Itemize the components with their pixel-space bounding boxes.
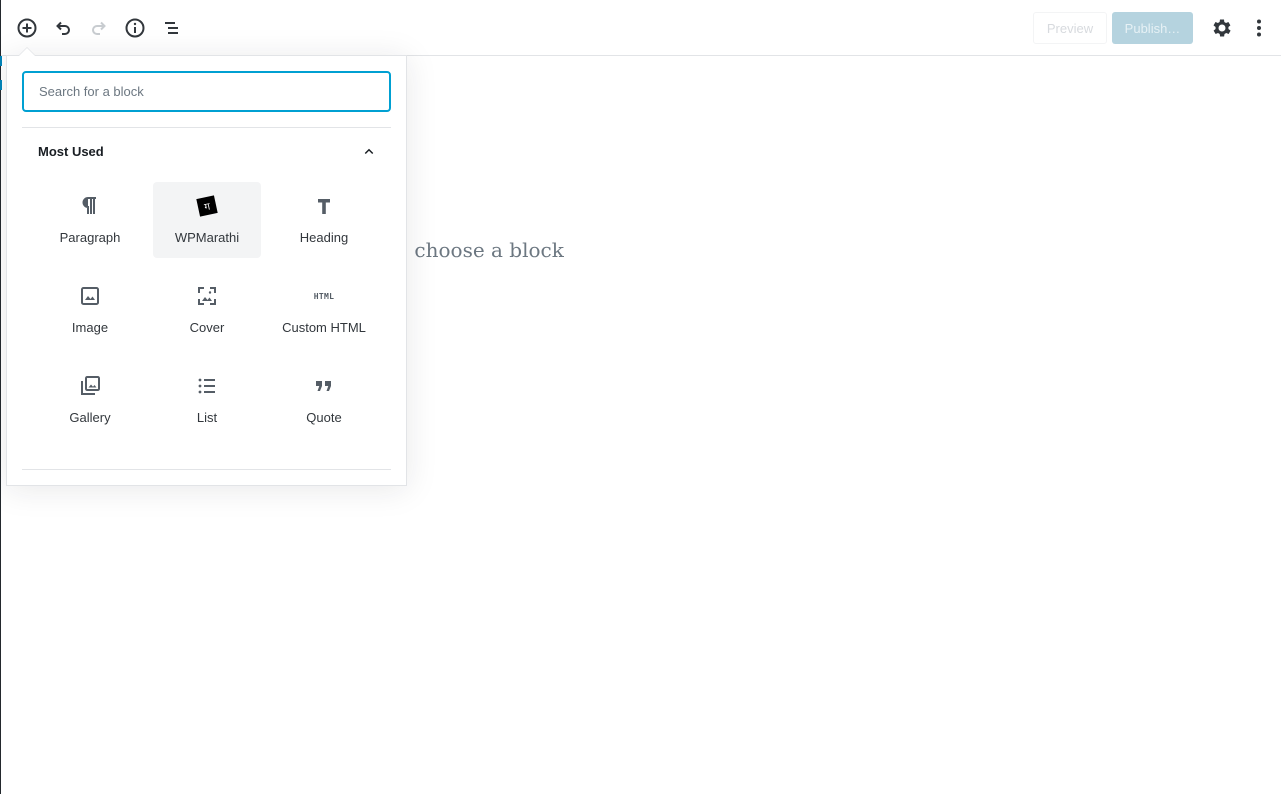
sidebar-accent bbox=[0, 56, 2, 66]
block-navigation-button[interactable] bbox=[157, 14, 185, 42]
panel-toggle-button[interactable] bbox=[357, 140, 381, 164]
redo-icon bbox=[92, 21, 106, 35]
undo-icon bbox=[56, 21, 70, 35]
undo-button[interactable] bbox=[49, 14, 77, 42]
add-block-button[interactable] bbox=[13, 14, 41, 42]
image-icon bbox=[78, 284, 102, 308]
preview-button[interactable]: Preview bbox=[1033, 12, 1107, 44]
quote-icon bbox=[312, 374, 336, 398]
block-item-custom-html[interactable]: HTML Custom HTML bbox=[270, 272, 378, 348]
list-outline-icon bbox=[165, 22, 178, 34]
more-tools-button[interactable] bbox=[1245, 14, 1273, 42]
gallery-icon bbox=[78, 374, 102, 398]
redo-button[interactable] bbox=[85, 14, 113, 42]
publish-button[interactable]: Publish… bbox=[1112, 12, 1193, 44]
block-item-heading[interactable]: Heading bbox=[270, 182, 378, 258]
block-item-wpmarathi[interactable]: ग WPMarathi bbox=[153, 182, 261, 258]
block-item-paragraph[interactable]: Paragraph bbox=[36, 182, 144, 258]
block-label: Gallery bbox=[69, 410, 111, 425]
settings-button[interactable] bbox=[1208, 14, 1236, 42]
info-icon bbox=[125, 18, 145, 38]
popover-arrow-inner bbox=[19, 48, 35, 56]
content-structure-button[interactable] bbox=[121, 14, 149, 42]
more-vertical-icon bbox=[1257, 19, 1261, 37]
html-icon: HTML bbox=[313, 291, 335, 301]
block-item-list[interactable]: List bbox=[153, 362, 261, 438]
block-label: List bbox=[196, 410, 218, 425]
cover-icon bbox=[195, 284, 219, 308]
block-item-quote[interactable]: Quote bbox=[270, 362, 378, 438]
default-block-appender[interactable]: o choose a block bbox=[396, 238, 564, 262]
block-label: WPMarathi bbox=[174, 230, 240, 245]
divider bbox=[22, 469, 391, 470]
sidebar-accent bbox=[0, 80, 2, 90]
block-label: Cover bbox=[189, 320, 225, 335]
list-icon bbox=[195, 374, 219, 398]
chevron-up-icon bbox=[364, 148, 374, 155]
block-item-image[interactable]: Image bbox=[36, 272, 144, 348]
gear-icon bbox=[1213, 19, 1231, 37]
plus-circle-icon bbox=[17, 18, 37, 38]
block-editor: Preview Publish… o choose a block Most U… bbox=[0, 0, 1281, 794]
divider bbox=[22, 127, 391, 128]
block-item-cover[interactable]: Cover bbox=[153, 272, 261, 348]
block-label: Heading bbox=[299, 230, 349, 245]
block-item-gallery[interactable]: Gallery bbox=[36, 362, 144, 438]
editor-header: Preview Publish… bbox=[0, 0, 1281, 56]
block-label: Image bbox=[71, 320, 109, 335]
heading-icon bbox=[312, 194, 336, 218]
paragraph-icon bbox=[78, 194, 102, 218]
block-inserter-popover: Most Used Paragraph ग WPMarathi bbox=[6, 55, 407, 486]
block-label: Custom HTML bbox=[282, 320, 366, 335]
block-search-input[interactable] bbox=[22, 71, 391, 112]
panel-title: Most Used bbox=[38, 144, 104, 159]
block-label: Quote bbox=[306, 410, 342, 425]
wpmarathi-icon: ग bbox=[195, 194, 219, 218]
block-label: Paragraph bbox=[59, 230, 121, 245]
admin-sidebar-edge bbox=[0, 0, 1, 794]
block-list: Paragraph ग WPMarathi Heading Image Cove… bbox=[36, 182, 390, 438]
